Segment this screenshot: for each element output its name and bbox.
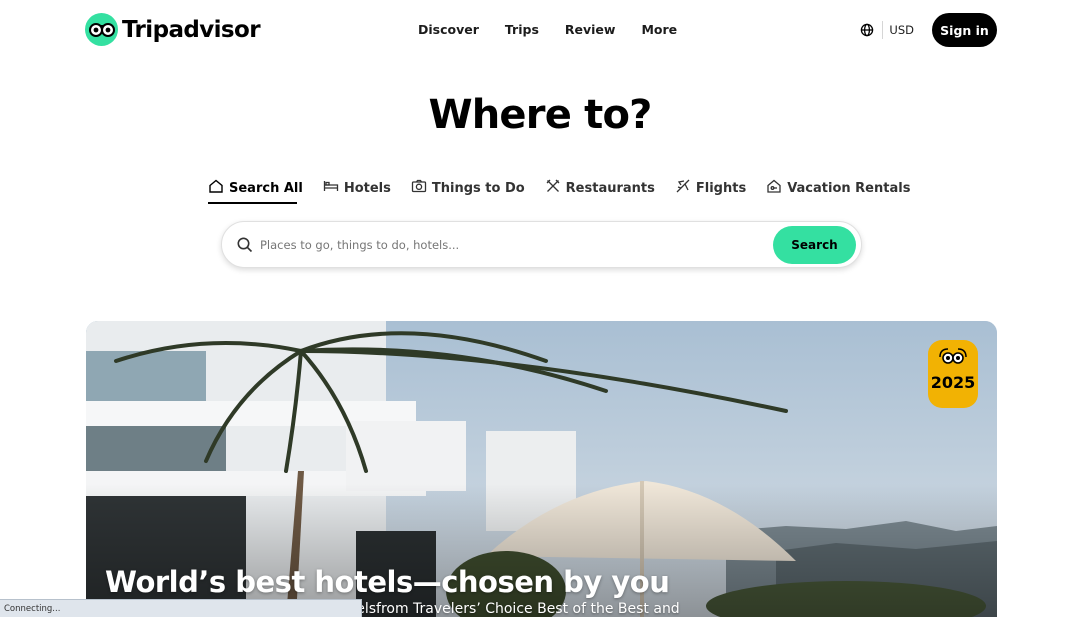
- search-input[interactable]: [260, 232, 770, 258]
- search-bar: Search: [221, 221, 862, 268]
- nav-more[interactable]: More: [641, 20, 677, 39]
- owl-logo-icon: [85, 13, 118, 46]
- search-icon: [236, 236, 254, 254]
- utensils-icon: [545, 178, 561, 198]
- bed-icon: [323, 178, 339, 198]
- tab-label: Restaurants: [565, 180, 655, 196]
- logo-wordmark: Tripadvisor: [122, 16, 261, 43]
- tab-things-to-do[interactable]: Things to Do: [411, 178, 525, 198]
- tab-label: Search All: [229, 180, 303, 196]
- travelers-choice-award-badge: 2025: [928, 340, 978, 408]
- search-category-tabs: Search All Hotels Things to Do Restauran…: [208, 178, 910, 198]
- nav-trips[interactable]: Trips: [505, 20, 539, 39]
- plane-icon: [675, 178, 691, 198]
- globe-icon[interactable]: [860, 23, 874, 37]
- house-key-icon: [766, 178, 782, 198]
- tab-search-all[interactable]: Search All: [208, 178, 303, 198]
- tab-label: Hotels: [343, 180, 391, 196]
- top-header: Tripadvisor Discover Trips Review More U…: [0, 0, 1080, 62]
- camera-icon: [411, 178, 427, 198]
- nav-review[interactable]: Review: [565, 20, 616, 39]
- tab-restaurants[interactable]: Restaurants: [545, 178, 655, 198]
- sign-in-button[interactable]: Sign in: [932, 13, 997, 47]
- tab-label: Things to Do: [431, 180, 525, 196]
- tab-label: Vacation Rentals: [787, 180, 911, 196]
- tab-vacation-rentals[interactable]: Vacation Rentals: [766, 178, 910, 198]
- home-icon: [208, 178, 224, 198]
- active-tab-indicator: [208, 202, 297, 204]
- main-nav: Discover Trips Review More: [418, 20, 677, 39]
- travelers-choice-banner[interactable]: 2025 World’s best hotels—chosen by you u…: [86, 321, 997, 617]
- page-title: Where to?: [428, 92, 652, 138]
- tab-label: Flights: [695, 180, 747, 196]
- currency-selector[interactable]: USD: [889, 23, 914, 37]
- header-actions: USD Sign in: [860, 13, 997, 47]
- owl-award-icon: [938, 347, 968, 371]
- tab-flights[interactable]: Flights: [675, 178, 746, 198]
- tripadvisor-logo[interactable]: Tripadvisor: [85, 13, 261, 46]
- nav-discover[interactable]: Discover: [418, 20, 479, 39]
- tab-hotels[interactable]: Hotels: [323, 178, 391, 198]
- divider: [882, 21, 884, 39]
- banner-title: World’s best hotels—chosen by you: [105, 565, 670, 599]
- award-year: 2025: [930, 373, 976, 392]
- search-button[interactable]: Search: [773, 226, 856, 264]
- browser-status-bar: Connecting...: [0, 599, 362, 617]
